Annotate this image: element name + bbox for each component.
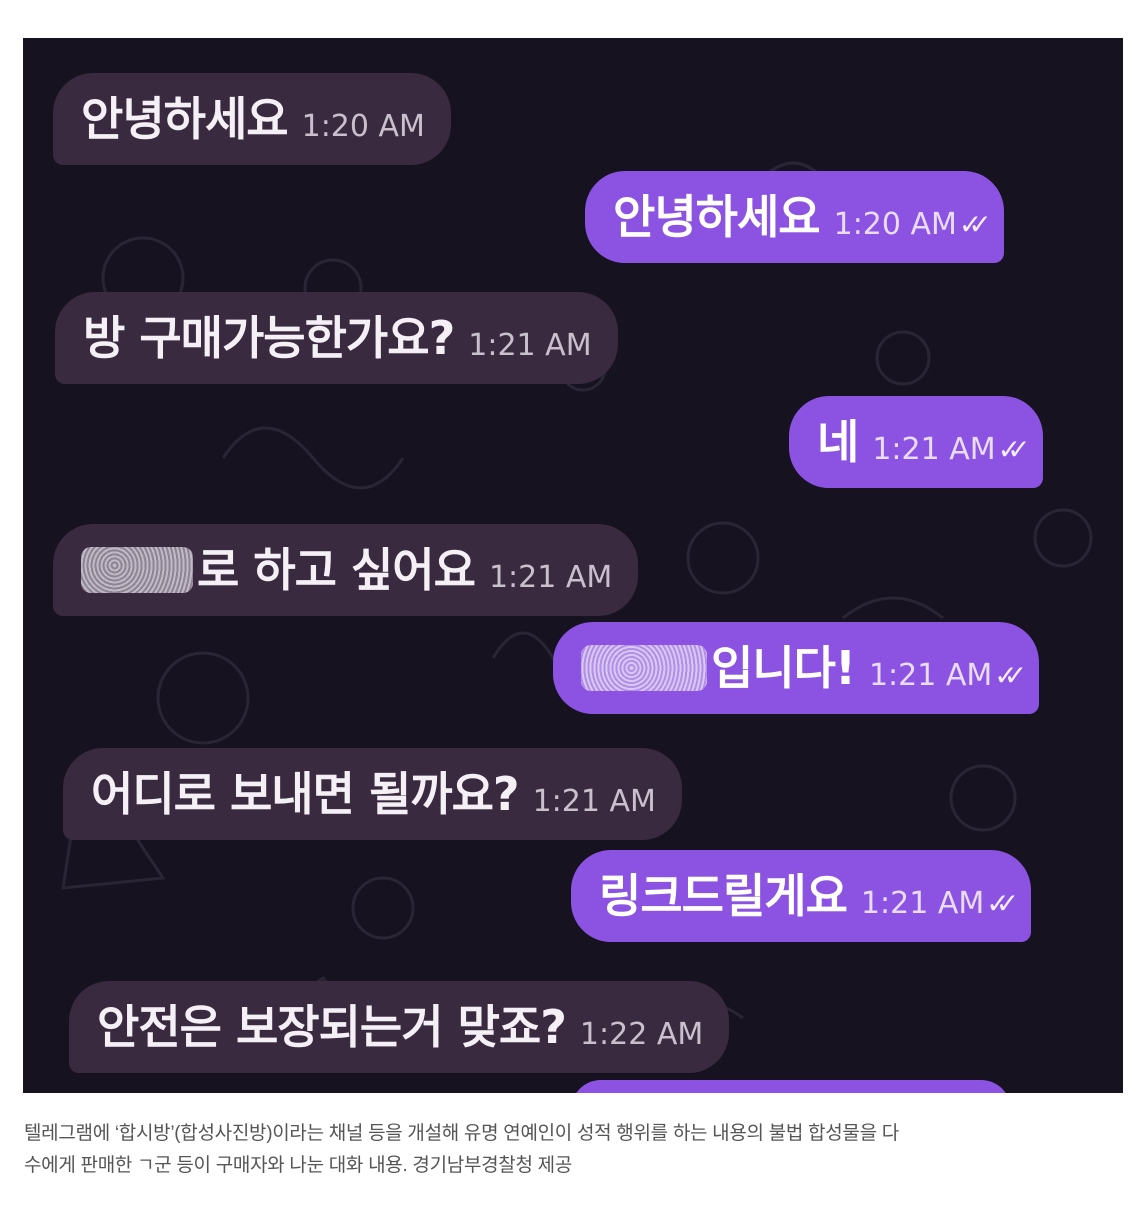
message-bubble-outgoing: 입니다! 1:21 AM ✓✓: [553, 622, 1040, 714]
message-text: 안전은 보장되는거 맞죠?: [97, 1000, 567, 1054]
message-time: 1:21 AM: [468, 327, 592, 363]
message-time: 1:21 AM: [860, 885, 985, 921]
message-bubble-incoming: 방 구매가능한가요? 1:21 AM: [55, 292, 618, 384]
message-text: 방 구매가능한가요?: [83, 311, 455, 365]
caption-line: 수에게 판매한 ㄱ군 등이 구매자와 나눈 대화 내용. 경기남부경찰청 제공: [24, 1155, 573, 1176]
message-bubble-incoming: 로 하고 싶어요 1:21 AM: [53, 524, 639, 616]
message-time: 1:21 AM: [488, 559, 613, 595]
caption-line: 텔레그램에 ‘합시방’(합성사진방)이라는 채널 등을 개설해 유명 연예인이 …: [24, 1123, 899, 1144]
message-bubble-incoming: 어디로 보내면 될까요? 1:21 AM: [63, 748, 682, 840]
message-time: 1:21 AM: [532, 783, 656, 819]
message-text: 입니다!: [711, 641, 856, 695]
message-time: 1:22 AM: [579, 1016, 704, 1052]
read-receipt-icon: ✓✓: [958, 207, 992, 241]
message-bubble-outgoing: 안녕하세요 1:20 AM ✓✓: [585, 171, 1004, 263]
message-text: 안녕하세요: [613, 190, 821, 244]
message-text: 링크드릴게요: [599, 869, 848, 923]
chat-screenshot-photo: 안녕하세요 1:20 AM 안녕하세요 1:20 AM ✓✓ 방 구매가능한가요…: [23, 38, 1123, 1093]
message-text: 로 하고 싶어요: [197, 543, 476, 597]
message-bubble-outgoing-partial: [571, 1080, 1011, 1093]
read-receipt-icon: ✓✓: [997, 432, 1031, 466]
message-bubble-incoming: 안전은 보장되는거 맞죠? 1:22 AM: [69, 981, 730, 1073]
message-bubble-outgoing: 네 1:21 AM ✓✓: [789, 396, 1043, 488]
message-text: 어디로 보내면 될까요?: [91, 767, 520, 821]
message-time: 1:20 AM: [833, 206, 957, 242]
redacted-blur: [581, 645, 707, 691]
message-text: 네: [817, 415, 859, 469]
message-text: 안녕하세요: [81, 92, 289, 146]
read-receipt-icon: ✓✓: [994, 658, 1027, 692]
message-time: 1:20 AM: [301, 108, 425, 144]
message-bubble-outgoing: 링크드릴게요 1:21 AM ✓✓: [571, 850, 1032, 942]
message-time: 1:21 AM: [868, 657, 993, 693]
redacted-blur: [81, 547, 193, 593]
message-bubble-incoming: 안녕하세요 1:20 AM: [53, 73, 451, 165]
message-time: 1:21 AM: [872, 431, 996, 467]
read-receipt-icon: ✓✓: [986, 886, 1019, 920]
photo-caption: 텔레그램에 ‘합시방’(합성사진방)이라는 채널 등을 개설해 유명 연예인이 …: [24, 1118, 1124, 1182]
